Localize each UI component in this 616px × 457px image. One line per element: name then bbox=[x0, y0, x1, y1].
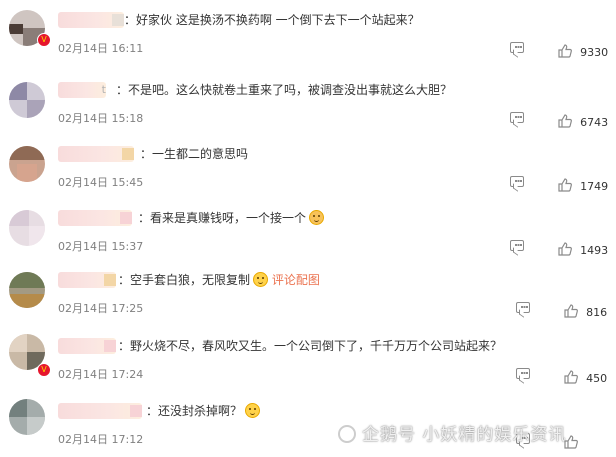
username[interactable]: t bbox=[58, 82, 106, 98]
comment-bubble-icon[interactable] bbox=[516, 302, 530, 313]
like-button[interactable]: 1749 bbox=[558, 175, 608, 193]
like-button[interactable]: 1493 bbox=[558, 239, 608, 257]
thumbs-up-icon bbox=[558, 44, 572, 58]
watermark-text: 企鹅号 小妖精的娱乐资讯 bbox=[362, 425, 567, 445]
comment-text: ：一生都二的意思吗 bbox=[140, 147, 249, 161]
comment-text: ：还没封杀掉啊？ bbox=[146, 402, 261, 420]
comment-item: V ：好家伙 这是换汤不换药啊 一个倒下去下一个站起来？ 02月14日 16:1… bbox=[0, 2, 616, 66]
comment-item: ：一生都二的意思吗 02月14日 15:45 1749 bbox=[0, 136, 616, 200]
username[interactable] bbox=[58, 210, 132, 226]
like-count: 1493 bbox=[580, 244, 609, 257]
like-button[interactable]: 6743 bbox=[558, 111, 608, 129]
avatar[interactable] bbox=[9, 272, 45, 308]
comment-item: t ：不是吧。这么快就卷土重来了吗，被调查没出事就这么大胆？ 02月14日 15… bbox=[0, 72, 616, 136]
comment-text-content: ：空手套白狼，无限复制 bbox=[118, 273, 251, 287]
avatar[interactable] bbox=[9, 210, 45, 246]
comment-time: 02月14日 15:18 bbox=[58, 112, 144, 125]
thumbs-up-icon bbox=[558, 242, 572, 256]
comment-bubble-icon[interactable] bbox=[510, 176, 524, 187]
thumbs-up-icon bbox=[564, 370, 578, 384]
comment-text-content: ：还没封杀掉啊？ bbox=[146, 404, 243, 418]
like-button[interactable] bbox=[564, 432, 581, 449]
comment-text-content: ：看来是真赚钱呀，一个接一个 bbox=[138, 211, 307, 225]
like-count: 450 bbox=[586, 372, 608, 385]
watermark: 企鹅号 小妖精的娱乐资讯 bbox=[338, 420, 566, 445]
comment-item: V ：野火烧不尽，春风吹又生。一个公司倒下了，千千万万个公司站起来？ 02月14… bbox=[0, 328, 616, 392]
comment-text: ：空手套白狼，无限复制 评论配图 bbox=[118, 271, 320, 289]
thumbs-up-icon bbox=[558, 178, 572, 192]
thumbs-up-icon bbox=[558, 114, 572, 128]
comment-text: ：看来是真赚钱呀，一个接一个 bbox=[138, 209, 325, 227]
smiley-emoji-icon bbox=[245, 403, 261, 418]
comment-item: ：空手套白狼，无限复制 评论配图 02月14日 17:25 816 bbox=[0, 262, 616, 326]
like-button[interactable]: 816 bbox=[564, 301, 607, 319]
avatar[interactable] bbox=[9, 146, 45, 182]
username[interactable] bbox=[58, 12, 124, 28]
username[interactable] bbox=[58, 146, 134, 162]
comment-time: 02月14日 17:25 bbox=[58, 302, 144, 315]
comment-text: ：野火烧不尽，春风吹又生。一个公司倒下了，千千万万个公司站起来？ bbox=[118, 339, 503, 353]
comment-bubble-icon[interactable] bbox=[510, 42, 524, 53]
username[interactable] bbox=[58, 272, 116, 288]
verified-v-icon: V bbox=[37, 33, 51, 47]
like-button[interactable]: 450 bbox=[564, 367, 607, 385]
comment-bubble-icon[interactable] bbox=[516, 368, 530, 379]
avatar[interactable] bbox=[9, 82, 45, 118]
verified-v-icon: V bbox=[37, 363, 51, 377]
comment-image-link[interactable]: 评论配图 bbox=[272, 273, 320, 287]
comment-item: ：看来是真赚钱呀，一个接一个 02月14日 15:37 1493 bbox=[0, 200, 616, 264]
comment-time: 02月14日 17:12 bbox=[58, 433, 144, 446]
like-count: 816 bbox=[586, 306, 608, 319]
thumbs-up-icon bbox=[564, 304, 578, 318]
comment-time: 02月14日 15:45 bbox=[58, 176, 144, 189]
comment-time: 02月14日 17:24 bbox=[58, 368, 144, 381]
comment-text: ：不是吧。这么快就卷土重来了吗，被调查没出事就这么大胆？ bbox=[116, 83, 453, 97]
username[interactable] bbox=[58, 338, 116, 354]
avatar[interactable] bbox=[9, 399, 45, 435]
like-count: 9330 bbox=[580, 46, 609, 59]
watermark-logo-icon bbox=[338, 425, 356, 443]
comment-time: 02月14日 16:11 bbox=[58, 42, 144, 55]
smiley-emoji-icon bbox=[253, 272, 269, 287]
comment-text: ：好家伙 这是换汤不换药啊 一个倒下去下一个站起来？ bbox=[124, 13, 420, 27]
username[interactable] bbox=[58, 403, 142, 419]
comment-bubble-icon[interactable] bbox=[510, 112, 524, 123]
like-count: 6743 bbox=[580, 116, 609, 129]
like-count: 1749 bbox=[580, 180, 609, 193]
smiley-emoji-icon bbox=[309, 210, 325, 225]
like-button[interactable]: 9330 bbox=[558, 41, 608, 59]
username-tail: t bbox=[101, 83, 106, 96]
comment-bubble-icon[interactable] bbox=[510, 240, 524, 251]
comment-time: 02月14日 15:37 bbox=[58, 240, 144, 253]
